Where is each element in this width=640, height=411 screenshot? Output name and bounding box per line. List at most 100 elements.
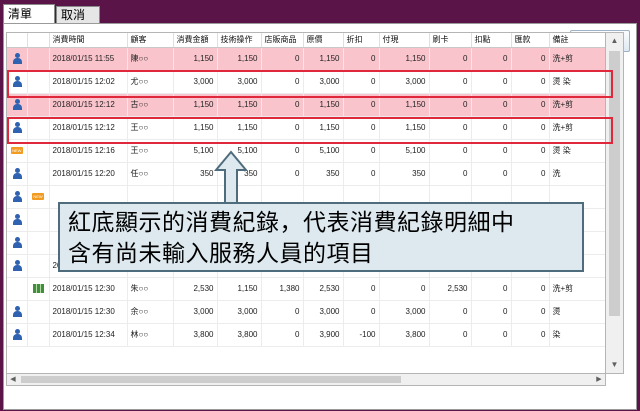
cell-amount: 1,150	[173, 116, 218, 140]
column-header-10[interactable]: 刷卡	[429, 33, 472, 48]
column-header-7[interactable]: 原價	[303, 33, 344, 48]
cell-card: 0	[429, 323, 472, 347]
cell-product: 0	[261, 139, 304, 163]
table-row[interactable]: 2018/01/15 12:34 林○○ 3,800 3,800 0 3,900 -100 3…	[7, 323, 605, 347]
transactions-table: 消費時間 顧客 消費金額 技術操作 店販商品 原價 折扣 付現 刷卡 扣點 匯款 備註 2018/01…	[7, 33, 605, 347]
table-row[interactable]: 2018/01/15 12:12 王○○ 1,150 1,150 0 1,150 0 1,15…	[7, 116, 605, 140]
column-header-13[interactable]: 備註	[549, 33, 605, 48]
table-body: 2018/01/15 11:55 陳○○ 1,150 1,150 0 1,150 0 1,15…	[7, 47, 605, 347]
row-badge-cell	[27, 300, 50, 324]
pointer-arrow-icon	[214, 150, 248, 207]
scroll-right-icon[interactable]: ▶	[593, 374, 605, 385]
cell-amount: 5,100	[173, 139, 218, 163]
column-header-9[interactable]: 付現	[379, 33, 430, 48]
cell-transfer: 0	[511, 116, 550, 140]
column-header-11[interactable]: 扣點	[471, 33, 512, 48]
column-header-3[interactable]: 顧客	[127, 33, 174, 48]
cell-transfer: 0	[511, 70, 550, 94]
person-icon	[12, 167, 22, 180]
cell-points: 0	[471, 47, 512, 71]
tab-list[interactable]: 清單(13)	[3, 4, 55, 39]
cell-customer: 林○○	[127, 323, 174, 347]
row-badge-cell	[27, 116, 50, 140]
column-header-1[interactable]	[27, 33, 50, 48]
column-header-6[interactable]: 店販商品	[261, 33, 304, 48]
row-icon-cell	[7, 93, 28, 117]
table-row[interactable]: 2018/01/15 11:55 陳○○ 1,150 1,150 0 1,150 0 1,15…	[7, 47, 605, 71]
row-badge-cell	[27, 47, 50, 71]
cell-discount: 0	[343, 47, 380, 71]
row-badge-cell	[27, 70, 50, 94]
cell-amount: 2,530	[173, 277, 218, 301]
cell-discount: 0	[343, 139, 380, 163]
cell-customer: 任○○	[127, 162, 174, 186]
cell-points: 0	[471, 162, 512, 186]
table-row[interactable]: 2018/01/15 12:12 古○○ 1,150 1,150 0 1,150 0 1,15…	[7, 93, 605, 117]
cell-discount: -100	[343, 323, 380, 347]
table-row[interactable]: NEW 2018/01/15 12:16 王○○ 5,100 5,100 0 5,100 0 5…	[7, 139, 605, 163]
vertical-scrollbar[interactable]: ▲ ▼	[606, 32, 624, 374]
callout-line-2: 含有尚未輸入服務人員的項目	[68, 241, 374, 267]
row-icon-cell	[7, 254, 28, 278]
cell-transfer: 0	[511, 162, 550, 186]
person-icon	[12, 75, 22, 88]
cell-customer: 王○○	[127, 116, 174, 140]
cell-orig: 3,900	[303, 323, 344, 347]
cell-points: 0	[471, 93, 512, 117]
table-row[interactable]: 2018/01/15 12:02 尤○○ 3,000 3,000 0 3,000 0 3,00…	[7, 70, 605, 94]
header-row: 消費時間 顧客 消費金額 技術操作 店販商品 原價 折扣 付現 刷卡 扣點 匯款 備註	[7, 33, 605, 48]
cell-orig: 1,150	[303, 93, 344, 117]
scroll-down-icon[interactable]: ▼	[606, 357, 623, 373]
column-header-2[interactable]: 消費時間	[49, 33, 128, 48]
cell-customer: 余○○	[127, 300, 174, 324]
cell-note: 洗+剪	[549, 47, 605, 71]
cell-cash: 0	[379, 277, 430, 301]
person-icon	[12, 305, 22, 318]
row-icon-cell	[7, 116, 28, 140]
cell-points: 0	[471, 70, 512, 94]
column-header-0[interactable]	[7, 33, 28, 48]
scroll-up-icon[interactable]: ▲	[606, 33, 623, 49]
column-header-5[interactable]: 技術操作	[217, 33, 262, 48]
column-header-12[interactable]: 匯款	[511, 33, 550, 48]
scroll-left-icon[interactable]: ◀	[7, 374, 19, 385]
cell-customer: 王○○	[127, 139, 174, 163]
cell-transfer: 0	[511, 300, 550, 324]
horizontal-scroll-thumb[interactable]	[21, 376, 401, 383]
cell-note: 洗+剪	[549, 116, 605, 140]
cell-customer: 古○○	[127, 93, 174, 117]
vertical-scroll-thumb[interactable]	[609, 51, 620, 316]
cell-cash: 350	[379, 162, 430, 186]
cell-product: 0	[261, 300, 304, 324]
cell-time: 2018/01/15 12:34	[49, 323, 128, 347]
person-icon	[12, 259, 22, 272]
column-header-8[interactable]: 折扣	[343, 33, 380, 48]
column-header-4[interactable]: 消費金額	[173, 33, 218, 48]
horizontal-scrollbar[interactable]: ◀ ▶	[6, 374, 606, 386]
cell-amount: 3,800	[173, 323, 218, 347]
cell-transfer: 0	[511, 93, 550, 117]
cell-discount: 0	[343, 70, 380, 94]
row-badge-cell: NEW	[27, 185, 50, 209]
cell-points: 0	[471, 277, 512, 301]
cell-discount: 0	[343, 116, 380, 140]
cell-points: 0	[471, 116, 512, 140]
person-icon	[12, 213, 22, 226]
table-row[interactable]: 2018/01/15 12:30 朱○○ 2,530 1,150 1,380 2,530 0…	[7, 277, 605, 301]
cell-note: 洗	[549, 162, 605, 186]
cell-time: 2018/01/15 12:02	[49, 70, 128, 94]
row-badge-cell	[27, 162, 50, 186]
person-icon	[12, 328, 22, 341]
table-row[interactable]: 2018/01/15 12:20 任○○ 350 350 0 350 0 350 0 0 0 洗	[7, 162, 605, 186]
cell-tech: 1,150	[217, 277, 262, 301]
cell-amount: 1,150	[173, 47, 218, 71]
row-badge-cell	[27, 277, 50, 301]
cell-card: 2,530	[429, 277, 472, 301]
tab-cancelled[interactable]: 取消(3)	[56, 6, 100, 38]
cell-time: 2018/01/15 12:16	[49, 139, 128, 163]
cell-orig: 2,530	[303, 277, 344, 301]
cell-orig: 5,100	[303, 139, 344, 163]
cell-amount: 3,000	[173, 70, 218, 94]
cell-time: 2018/01/15 12:12	[49, 116, 128, 140]
table-row[interactable]: 2018/01/15 12:30 余○○ 3,000 3,000 0 3,000 0 3,00…	[7, 300, 605, 324]
